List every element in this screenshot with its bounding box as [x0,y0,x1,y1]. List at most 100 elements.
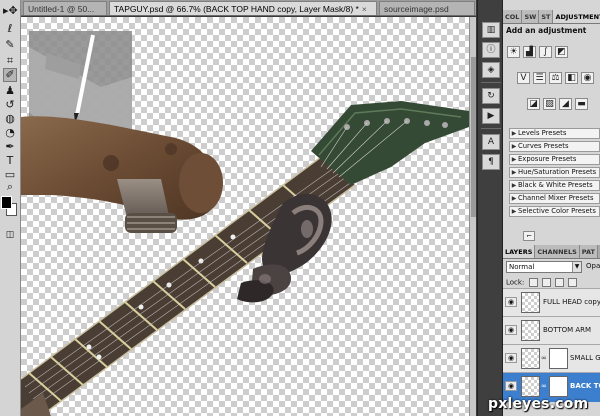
gradient-map-icon[interactable]: ▬ [575,98,588,110]
layer-row-bottom-arm[interactable]: ◉ BOTTOM ARM [503,316,600,344]
quick-mask-icon[interactable]: ◫ [3,228,17,242]
watermark-text: pxleyes.com [488,396,589,412]
rusty-pipe [21,116,223,233]
tab-tapguy[interactable]: TAPGUY.psd @ 66.7% (BACK TOP HAND copy, … [109,1,377,15]
tab-label: TAPGUY.psd @ 66.7% (BACK TOP HAND copy, … [114,4,359,14]
pen-tool-icon[interactable]: ✒ [3,140,17,154]
expand-triangle-icon: ▶ [511,195,517,202]
tab-styles[interactable]: ST [539,10,554,23]
link-chain-icon: ∞ [541,382,547,390]
tab-sourceimage[interactable]: sourceimage.psd [379,1,475,15]
blend-mode-select[interactable]: Normal ▼ [506,261,582,273]
lasso-tool-icon[interactable]: ℓ [3,22,17,36]
tab-channels[interactable]: CHANNELS [535,245,580,258]
tab-untitled-1[interactable]: Untitled-1 @ 50... [23,1,107,15]
lock-label: Lock: [506,278,525,287]
invert-icon[interactable]: ◪ [527,98,540,110]
tab-color[interactable]: COL [503,10,523,23]
layer-thumbnail [521,348,540,369]
type-tool-icon[interactable]: T [3,154,17,168]
tools-panel: ▸✥ ℓ ✎ ⌗ ✐ ♟ ↺ ◍ ◔ ✒ T ➤ ▭ ✋ ⌕ ◫ [0,0,21,416]
photo-filter-icon[interactable]: ◉ [581,72,594,84]
chevron-down-icon: ▼ [572,262,581,272]
canvas-artwork [21,31,469,416]
lock-all-icon[interactable] [568,278,578,287]
preset-curves[interactable]: ▶ Curves Presets [509,141,600,152]
preset-label: Levels Presets [518,129,567,137]
preset-levels[interactable]: ▶ Levels Presets [509,128,600,139]
stamp-tool-icon[interactable]: ♟ [3,84,17,98]
layer-row-small-gu[interactable]: ◉ ∞ SMALL GU [503,344,600,372]
posterize-icon[interactable]: ▨ [543,98,556,110]
blend-mode-value: Normal [509,263,535,271]
layer-row-full-head-copy-5[interactable]: ◉ FULL HEAD copy 5 [503,288,600,316]
preset-selective-color[interactable]: ▶ Selective Color Presets [509,206,600,217]
black-white-icon[interactable]: ◧ [565,72,578,84]
foreground-color-swatch[interactable] [1,196,12,209]
dodge-tool-icon[interactable]: ◔ [3,126,17,140]
expand-triangle-icon: ▶ [511,130,517,137]
character-icon[interactable]: A [482,134,500,150]
document-canvas[interactable] [21,17,469,416]
crop-tool-icon[interactable]: ⌗ [3,54,17,68]
preset-label: Black & White Presets [518,181,593,189]
expand-triangle-icon: ▶ [511,143,517,150]
canvas-vertical-scrollbar[interactable] [469,17,476,416]
expand-triangle-icon: ▶ [511,169,517,176]
color-balance-icon[interactable]: ⚖ [549,72,562,84]
eye-icon[interactable]: ◉ [505,353,517,363]
layer-mask-thumbnail[interactable] [549,376,568,397]
histogram-icon[interactable]: ▥ [482,22,500,38]
preset-channel-mixer[interactable]: ▶ Channel Mixer Presets [509,193,600,204]
lock-position-icon[interactable] [555,278,565,287]
lock-row: Lock: [506,278,578,287]
layer-mask-thumbnail[interactable] [549,348,568,369]
preset-exposure[interactable]: ▶ Exposure Presets [509,154,600,165]
history-brush-icon[interactable]: ↺ [3,98,17,112]
tab-label: sourceimage.psd [384,4,449,14]
close-icon[interactable]: × [362,4,367,14]
expand-triangle-icon: ▶ [511,208,517,215]
dock-divider [481,128,501,129]
eye-icon[interactable]: ◉ [505,325,517,335]
actions-icon[interactable]: ▶ [482,108,500,124]
preset-label: Exposure Presets [518,155,577,163]
lock-pixels-icon[interactable] [541,278,551,287]
move-tool-icon[interactable]: ▸✥ [3,4,18,18]
brush-tool-icon[interactable]: ✐ [3,68,17,82]
zoom-tool-icon[interactable]: ⌕ [3,180,17,194]
exposure-icon[interactable]: ◩ [555,46,568,58]
link-chain-icon: ∞ [541,354,547,362]
eye-icon[interactable]: ◉ [505,381,517,391]
scrollbar-thumb[interactable] [471,57,476,217]
right-panel-column: COLSWSTADJUSTMENTS Add an adjustment ☀ ▟… [503,0,600,416]
hue-saturation-icon[interactable]: ☰ [533,72,546,84]
preset-black-white[interactable]: ▶ Black & White Presets [509,180,600,191]
document-tab-bar: Untitled-1 @ 50... TAPGUY.psd @ 66.7% (B… [21,0,476,16]
threshold-icon[interactable]: ◢ [559,98,572,110]
clip-to-layer-icon[interactable]: ⌐ [523,231,535,241]
tab-layers[interactable]: LAYERS [503,245,536,258]
quick-select-icon[interactable]: ✎ [3,38,17,52]
expand-triangle-icon: ▶ [511,182,517,189]
levels-icon[interactable]: ▟ [523,46,536,58]
paint-bucket-icon[interactable]: ◍ [3,112,17,126]
lock-transparency-icon[interactable] [528,278,538,287]
preset-label: Hue/Saturation Presets [518,168,597,176]
expand-triangle-icon: ▶ [511,156,517,163]
tab-paths[interactable]: PAT [579,245,598,258]
history-icon[interactable]: ↻ [482,88,500,104]
info-icon[interactable]: ⓘ [482,42,500,58]
navigator-icon[interactable]: ◈ [482,62,500,78]
curves-icon[interactable]: ∫ [539,46,552,58]
layer-thumbnail [521,376,540,397]
brightness-icon[interactable]: ☀ [507,46,520,58]
layers-tab-bar: LAYERS CHANNELS PAT [503,245,600,259]
preset-hue-saturation[interactable]: ▶ Hue/Saturation Presets [509,167,600,178]
tab-adjustments[interactable]: ADJUSTMENTS [553,10,600,23]
paragraph-icon[interactable]: ¶ [482,154,500,170]
tab-swatches[interactable]: SW [522,10,540,23]
vibrance-icon[interactable]: V [517,72,530,84]
eye-icon[interactable]: ◉ [505,297,517,307]
adjustments-tab-bar: COLSWSTADJUSTMENTS [503,10,600,24]
